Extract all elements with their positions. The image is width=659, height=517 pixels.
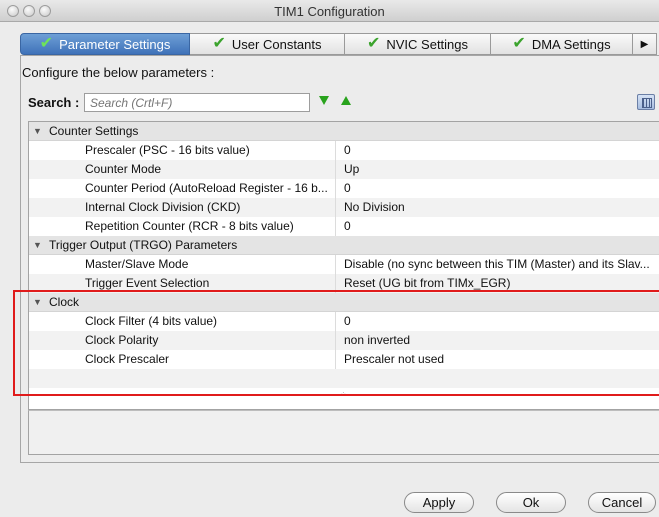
expand-triangle-icon[interactable]: ▼	[33, 236, 42, 255]
tab-label: User Constants	[231, 36, 322, 52]
expand-triangle-icon[interactable]: ▼	[33, 122, 42, 141]
parameter-row[interactable]: Counter Period (AutoReload Register - 16…	[29, 179, 659, 198]
parameter-name: Counter Period (AutoReload Register - 16…	[85, 181, 328, 195]
cancel-button[interactable]: Cancel	[588, 492, 656, 513]
parameter-name: Clock Polarity	[85, 333, 159, 347]
tab-scroll-right-button[interactable]: ▶	[633, 33, 657, 55]
parameter-name: Trigger Event Selection	[85, 276, 210, 290]
empty-row	[29, 369, 659, 388]
window-title: TIM1 Configuration	[274, 4, 385, 19]
tab-label: Parameter Settings	[59, 36, 171, 52]
description-pane	[28, 410, 659, 455]
parameter-row[interactable]: Clock Polarity non inverted	[29, 331, 659, 350]
parameter-name: Clock Prescaler	[85, 352, 170, 366]
parameter-value[interactable]: Up	[344, 160, 659, 179]
parameter-name: Internal Clock Division (CKD)	[85, 200, 241, 214]
checkmark-icon: ✔	[512, 35, 526, 52]
parameter-name: Clock Filter (4 bits value)	[85, 314, 218, 328]
search-next-arrow-icon[interactable]	[319, 96, 329, 105]
tab-parameter-settings[interactable]: ✔ Parameter Settings	[20, 33, 190, 55]
tab-dma-settings[interactable]: ✔ DMA Settings	[491, 33, 633, 55]
group-row-clock[interactable]: ▼ Clock	[29, 293, 659, 312]
group-name: Clock	[49, 295, 80, 309]
parameter-value[interactable]: 0	[344, 217, 659, 236]
tab-user-constants[interactable]: ✔ User Constants	[190, 33, 345, 55]
view-toggle-button[interactable]	[637, 94, 655, 110]
parameter-name: Counter Mode	[85, 162, 162, 176]
parameter-value[interactable]: 0	[344, 312, 659, 331]
parameter-value[interactable]: 0	[344, 179, 659, 198]
right-arrow-icon: ▶	[640, 38, 649, 50]
apply-button[interactable]: Apply	[404, 492, 474, 513]
parameter-row[interactable]: Master/Slave Mode Disable (no sync betwe…	[29, 255, 659, 274]
parameter-row[interactable]: Counter Mode Up	[29, 160, 659, 179]
tab-label: NVIC Settings	[386, 36, 469, 52]
group-row-trigger-output[interactable]: ▼ Trigger Output (TRGO) Parameters	[29, 236, 659, 255]
search-previous-arrow-icon[interactable]	[341, 96, 351, 105]
parameter-row[interactable]: Trigger Event Selection Reset (UG bit fr…	[29, 274, 659, 293]
parameter-name: Prescaler (PSC - 16 bits value)	[85, 143, 250, 157]
parameter-name: Master/Slave Mode	[85, 257, 189, 271]
parameter-value[interactable]: 0	[344, 141, 659, 160]
group-row-counter-settings[interactable]: ▼ Counter Settings	[29, 122, 659, 141]
checkmark-icon: ✔	[366, 35, 381, 52]
parameter-row[interactable]: Clock Filter (4 bits value) 0	[29, 312, 659, 331]
parameter-value[interactable]: Disable (no sync between this TIM (Maste…	[344, 255, 659, 274]
parameter-row[interactable]: Repetition Counter (RCR - 8 bits value) …	[29, 217, 659, 236]
tab-nvic-settings[interactable]: ✔ NVIC Settings	[345, 33, 491, 55]
checkmark-icon: ✔	[212, 35, 226, 52]
title-bar: TIM1 Configuration	[0, 0, 659, 22]
tab-label: DMA Settings	[531, 36, 611, 52]
ok-button[interactable]: Ok	[496, 492, 566, 513]
parameter-row[interactable]: Prescaler (PSC - 16 bits value) 0	[29, 141, 659, 160]
group-name: Counter Settings	[49, 124, 139, 138]
group-name: Trigger Output (TRGO) Parameters	[49, 238, 238, 252]
parameter-table: ▼ Counter Settings Prescaler (PSC - 16 b…	[28, 121, 659, 410]
expand-triangle-icon[interactable]: ▼	[33, 293, 42, 312]
parameter-name: Repetition Counter (RCR - 8 bits value)	[85, 219, 294, 233]
splitter-grip-icon[interactable]: ⁘	[340, 390, 347, 399]
parameter-value[interactable]: Prescaler not used	[344, 350, 659, 369]
parameter-value[interactable]: No Division	[344, 198, 659, 217]
search-label: Search :	[28, 95, 80, 110]
checkmark-icon: ✔	[39, 35, 54, 52]
search-input[interactable]	[84, 93, 310, 112]
parameter-value[interactable]: non inverted	[344, 331, 659, 350]
parameter-row[interactable]: Internal Clock Division (CKD) No Divisio…	[29, 198, 659, 217]
parameter-value[interactable]: Reset (UG bit from TIMx_EGR)	[344, 274, 659, 293]
tab-bar: ✔ Parameter Settings ✔ User Constants ✔ …	[20, 33, 659, 55]
parameter-row[interactable]: Clock Prescaler Prescaler not used	[29, 350, 659, 369]
page-heading: Configure the below parameters :	[22, 65, 215, 80]
